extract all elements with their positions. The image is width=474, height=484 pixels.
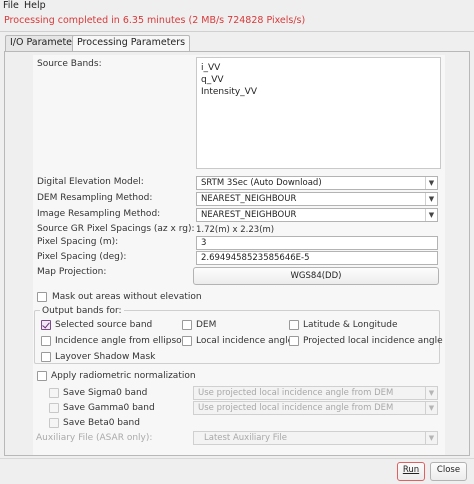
save-gamma0-label: Save Gamma0 band	[63, 403, 155, 413]
output-bands-title: Output bands for:	[40, 306, 124, 316]
menu-bar	[0, 0, 474, 13]
run-label: Run	[402, 465, 420, 475]
dem-resampling-value: NEAREST_NEIGHBOUR	[201, 194, 297, 204]
local-incidence-label: Local incidence angle	[196, 336, 294, 346]
divider	[0, 458, 474, 459]
dem-output-label: DEM	[196, 320, 217, 330]
chevron-down-icon: ▼	[425, 193, 437, 205]
dem-select[interactable]: SRTM 3Sec (Auto Download) ▼	[196, 176, 438, 190]
dem-output-checkbox[interactable]	[182, 320, 192, 330]
menu-file[interactable]: File	[3, 0, 19, 12]
close-label: Close	[436, 465, 461, 475]
pixel-spacing-deg-input[interactable]: 2.6949458523585646E-5	[196, 251, 438, 265]
layover-shadow-label: Layover Shadow Mask	[55, 352, 156, 362]
local-incidence-checkbox[interactable]	[182, 336, 192, 346]
radiometric-normalization-label: Apply radiometric normalization	[51, 371, 196, 381]
list-item[interactable]: q_VV	[201, 74, 224, 86]
incidence-ellipsoid-checkbox[interactable]	[41, 336, 51, 346]
pixel-spacing-m-input[interactable]: 3	[196, 236, 438, 250]
source-bands-label: Source Bands:	[37, 59, 102, 69]
dem-resampling-select[interactable]: NEAREST_NEIGHBOUR ▼	[196, 192, 438, 206]
lat-lon-checkbox[interactable]	[289, 320, 299, 330]
gamma0-incidence-select[interactable]: Use projected local incidence angle from…	[193, 401, 438, 415]
close-button[interactable]: Close	[430, 462, 467, 481]
save-beta0-checkbox[interactable]	[49, 418, 59, 428]
dem-label: Digital Elevation Model:	[37, 177, 144, 187]
radiometric-normalization-checkbox[interactable]	[37, 371, 47, 381]
selected-source-band-label: Selected source band	[55, 320, 153, 330]
pixel-spacing-deg-label: Pixel Spacing (deg):	[37, 252, 127, 262]
save-sigma0-label: Save Sigma0 band	[63, 388, 148, 398]
save-beta0-label: Save Beta0 band	[63, 418, 140, 428]
gamma0-incidence-value: Use projected local incidence angle from…	[198, 403, 394, 413]
save-sigma0-checkbox[interactable]	[49, 388, 59, 398]
image-resampling-value: NEAREST_NEIGHBOUR	[201, 210, 297, 220]
incidence-ellipsoid-label: Incidence angle from ellipsoid	[55, 336, 190, 346]
run-button[interactable]: Run	[397, 462, 425, 481]
map-projection-label: Map Projection:	[37, 267, 107, 277]
tab-processing-parameters[interactable]: Processing Parameters	[72, 35, 191, 52]
source-bands-list[interactable]: i_VV q_VV Intensity_VV	[196, 57, 441, 169]
projected-local-incidence-checkbox[interactable]	[289, 336, 299, 346]
lat-lon-label: Latitude & Longitude	[303, 320, 398, 330]
image-resampling-label: Image Resampling Method:	[37, 209, 161, 219]
layover-shadow-checkbox[interactable]	[41, 352, 51, 362]
dem-resampling-label: DEM Resampling Method:	[37, 193, 153, 203]
save-gamma0-checkbox[interactable]	[49, 403, 59, 413]
chevron-down-icon: ▼	[425, 209, 437, 221]
aux-file-select[interactable]: Latest Auxiliary File ▼	[193, 431, 438, 445]
status-message: Processing completed in 6.35 minutes (2 …	[4, 15, 306, 26]
menu-help[interactable]: Help	[24, 0, 46, 12]
mask-out-label: Mask out areas without elevation	[52, 292, 202, 302]
list-item[interactable]: i_VV	[201, 62, 220, 74]
divider	[0, 31, 474, 32]
image-resampling-select[interactable]: NEAREST_NEIGHBOUR ▼	[196, 208, 438, 222]
selected-source-band-checkbox[interactable]	[41, 320, 51, 330]
pixel-spacing-m-label: Pixel Spacing (m):	[37, 237, 119, 247]
sigma0-incidence-select[interactable]: Use projected local incidence angle from…	[193, 386, 438, 400]
chevron-down-icon: ▼	[425, 402, 437, 414]
chevron-down-icon: ▼	[425, 432, 437, 444]
source-gr-spacing-value: 1.72(m) x 2.23(m)	[196, 225, 275, 235]
source-gr-spacing-label: Source GR Pixel Spacings (az x rg):	[37, 224, 195, 234]
dem-value: SRTM 3Sec (Auto Download)	[201, 178, 322, 188]
chevron-down-icon: ▼	[425, 387, 437, 399]
aux-file-label: Auxiliary File (ASAR only):	[36, 433, 153, 443]
aux-file-value: Latest Auxiliary File	[204, 433, 287, 443]
mask-out-checkbox[interactable]	[37, 292, 47, 302]
list-item[interactable]: Intensity_VV	[201, 86, 257, 98]
map-projection-button[interactable]: WGS84(DD)	[193, 267, 439, 285]
sigma0-incidence-value: Use projected local incidence angle from…	[198, 388, 394, 398]
projected-local-incidence-label: Projected local incidence angle	[303, 336, 443, 346]
chevron-down-icon: ▼	[425, 177, 437, 189]
